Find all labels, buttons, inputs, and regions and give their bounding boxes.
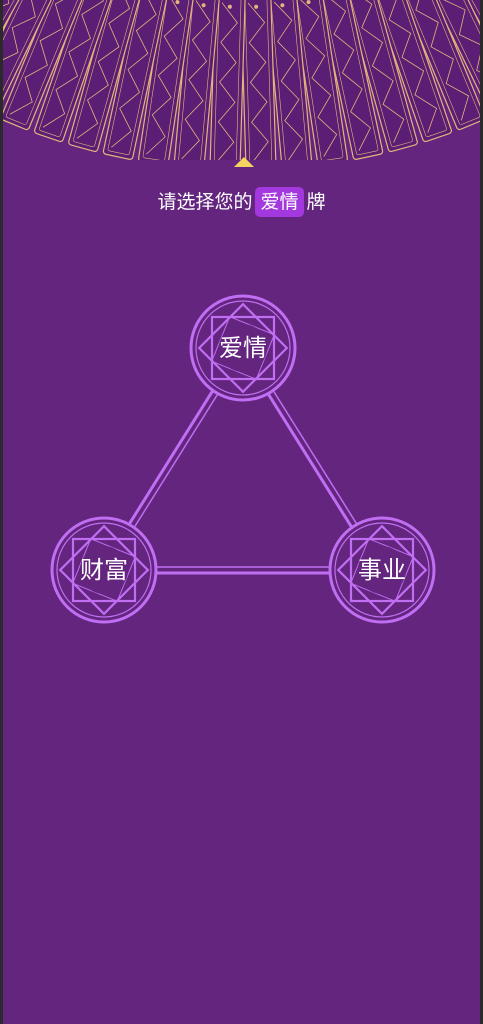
- node-wealth-label[interactable]: 财富: [54, 555, 154, 585]
- tarot-screen: 请选择您的 爱情牌 爱情 财富 事业: [3, 0, 480, 1024]
- node-love-label[interactable]: 爱情: [193, 333, 293, 363]
- node-career-label[interactable]: 事业: [332, 555, 432, 585]
